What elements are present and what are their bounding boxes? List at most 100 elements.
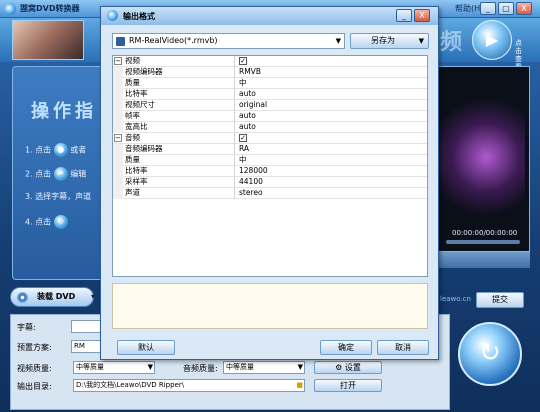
settings-button[interactable]: ⚙ 设置 [314, 361, 382, 374]
dialog-logo-icon [107, 10, 118, 21]
guide-step-3: 3. 选择字幕，声道 [25, 191, 91, 202]
property-row[interactable]: 声道 stereo [113, 188, 427, 199]
open-folder-button[interactable]: 打开 [314, 379, 382, 392]
step-text: 4. 点击 [25, 217, 52, 227]
site-watermark: leawo.cn [440, 295, 471, 303]
property-value[interactable]: original [239, 100, 267, 110]
property-value[interactable]: 128000 [239, 166, 268, 176]
property-value[interactable]: 中 [239, 155, 247, 165]
guide-step-4: 4. 点击 ↻ [25, 215, 68, 229]
preset-label: 预置方案: [17, 343, 52, 352]
property-name: 比特率 [125, 89, 235, 100]
step-text: 1. 点击 [25, 145, 52, 155]
load-dvd-button[interactable]: 装载 DVD ▾ [10, 287, 95, 307]
property-row[interactable]: 视频编码器 RMVB [113, 67, 427, 78]
guide-step-2: 2. 点击 ✂ 编辑 [25, 167, 86, 181]
property-value[interactable]: RMVB [239, 67, 261, 77]
row-gutter [113, 166, 123, 177]
output-path-value: D:\我的文档\Leawo\DVD Ripper\ [76, 381, 185, 389]
step-text: 3. 选择字幕，声道 [25, 192, 92, 201]
property-name: 采样率 [125, 177, 235, 188]
step-suffix: 或者 [70, 145, 87, 155]
default-button[interactable]: 默认 [117, 340, 175, 355]
row-gutter [113, 188, 123, 199]
maximize-button[interactable]: ▢ [498, 2, 514, 15]
property-category-audio[interactable]: − 音频 ✓ [113, 133, 427, 144]
property-name: 质量 [125, 78, 235, 89]
property-row[interactable]: 采样率 44100 [113, 177, 427, 188]
property-value[interactable]: 44100 [239, 177, 263, 187]
video-preview [434, 66, 530, 252]
close-button[interactable]: X [516, 2, 532, 15]
convert-button[interactable]: ↻ [458, 322, 522, 386]
chevron-down-icon: ▼ [335, 37, 341, 45]
step-suffix: 编辑 [70, 169, 87, 179]
property-row[interactable]: 质量中 [113, 155, 427, 166]
main-window-controls: _ ▢ X [480, 2, 532, 15]
property-value[interactable]: auto [239, 122, 256, 132]
collapse-icon[interactable]: − [114, 57, 122, 65]
format-select[interactable]: RM-RealVideo(*.rmvb) ▼ [112, 33, 345, 49]
chevron-down-icon: ▼ [418, 37, 424, 45]
chevron-down-icon: ▼ [147, 363, 153, 371]
video-enabled-checkbox[interactable]: ✓ [239, 57, 247, 65]
property-value[interactable]: auto [239, 89, 256, 99]
edit-tools-icon: ✂ [53, 167, 68, 181]
play-button[interactable]: ▶ [472, 20, 512, 60]
property-name: 视频 [125, 56, 235, 67]
property-value[interactable]: stereo [239, 188, 263, 198]
property-value[interactable]: auto [239, 111, 256, 121]
minimize-button[interactable]: _ [480, 2, 496, 15]
disc-icon [17, 292, 28, 303]
property-row[interactable]: 比特率 128000 [113, 166, 427, 177]
property-row[interactable]: 质量中 [113, 78, 427, 89]
subtitle-select[interactable] [71, 320, 101, 333]
audio-quality-label: 音频质量: [183, 364, 218, 373]
row-gutter [113, 67, 123, 78]
property-name: 帧率 [125, 111, 235, 122]
property-name: 视频编码器 [125, 67, 235, 78]
audio-enabled-checkbox[interactable]: ✓ [239, 134, 247, 142]
preset-value: RM [74, 342, 85, 350]
property-name: 比特率 [125, 166, 235, 177]
preview-image [439, 87, 525, 227]
property-row[interactable]: 视频尺寸 original [113, 100, 427, 111]
play-icon: ▶ [485, 30, 499, 49]
preset-select[interactable]: RM [71, 340, 101, 353]
playback-progress[interactable] [446, 240, 520, 244]
property-row[interactable]: 比特率 auto [113, 89, 427, 100]
convert-icon: ↻ [53, 215, 68, 229]
audio-quality-select[interactable]: 中等质量 ▼ [223, 361, 305, 374]
video-quality-value: 中等质量 [76, 363, 104, 371]
settings-label: 设置 [344, 363, 361, 372]
property-value[interactable]: 中 [239, 78, 247, 88]
ok-button[interactable]: 确定 [320, 340, 372, 355]
chevron-down-icon[interactable]: ▾ [91, 288, 95, 306]
subtitle-label: 字幕: [17, 323, 36, 332]
row-gutter [113, 78, 123, 89]
gear-icon: ⚙ [335, 363, 343, 372]
description-panel [112, 283, 428, 329]
cancel-button[interactable]: 取消 [377, 340, 429, 355]
video-quality-label: 视频质量: [17, 364, 52, 373]
dialog-close-button[interactable]: X [414, 9, 430, 22]
folder-icon[interactable]: ■ [296, 380, 303, 391]
save-as-button[interactable]: 另存为 ▼ [350, 33, 429, 49]
dialog-window-controls: _ X [396, 9, 430, 22]
property-row[interactable]: 音频编码器 RA [113, 144, 427, 155]
row-gutter [113, 177, 123, 188]
property-row[interactable]: 宽高比 auto [113, 122, 427, 133]
property-category-video[interactable]: − 视频 ✓ [113, 56, 427, 67]
dialog-minimize-button[interactable]: _ [396, 9, 412, 22]
row-gutter [113, 100, 123, 111]
row-gutter [113, 89, 123, 100]
property-name: 声道 [125, 188, 235, 199]
row-gutter [113, 144, 123, 155]
submit-button[interactable]: 提交 [476, 292, 524, 308]
property-value[interactable]: RA [239, 144, 249, 154]
property-row[interactable]: 帧率 auto [113, 111, 427, 122]
output-path-field[interactable]: D:\我的文档\Leawo\DVD Ripper\ ■ [73, 379, 305, 392]
chevron-down-icon: ▼ [297, 363, 303, 371]
video-quality-select[interactable]: 中等质量 ▼ [73, 361, 155, 374]
collapse-icon[interactable]: − [114, 134, 122, 142]
